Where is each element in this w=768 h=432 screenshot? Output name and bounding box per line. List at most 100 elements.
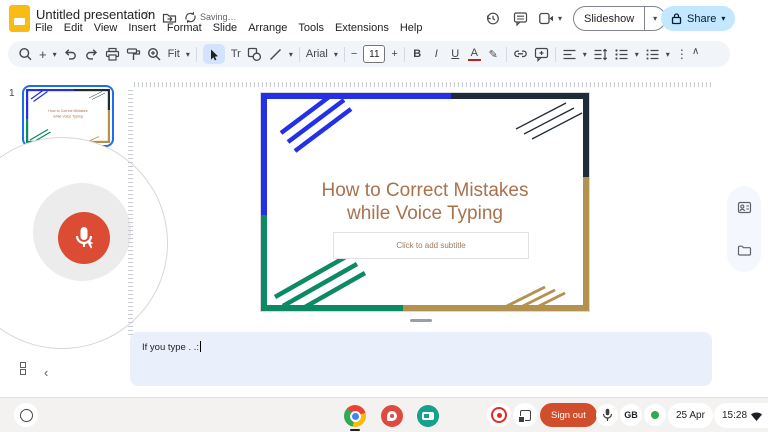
- notes-resize-handle[interactable]: [410, 319, 432, 322]
- grid-view-toggle-icon[interactable]: [20, 362, 26, 376]
- collapse-menus-icon[interactable]: ∧: [692, 46, 699, 57]
- status-tray[interactable]: 15:28: [714, 403, 768, 428]
- share-button[interactable]: Share ▾: [661, 6, 735, 31]
- insert-link-icon[interactable]: [513, 47, 528, 62]
- menu-extensions[interactable]: Extensions: [335, 22, 389, 34]
- slide-subtitle-placeholder[interactable]: Click to add subtitle: [333, 232, 529, 259]
- shape-tool-icon[interactable]: [247, 47, 262, 62]
- italic-button[interactable]: I: [430, 48, 443, 60]
- zoom-fit-select[interactable]: Fit: [168, 48, 180, 60]
- slideshow-button[interactable]: Slideshow ▾: [573, 6, 666, 31]
- bulleted-list-caret-icon[interactable]: ▾: [635, 50, 639, 59]
- share-caret-icon[interactable]: ▾: [721, 14, 725, 23]
- canvas-app-icon[interactable]: [381, 405, 403, 427]
- toolbar-separator: [344, 47, 345, 62]
- font-family-caret-icon[interactable]: ▾: [334, 50, 338, 59]
- slideshow-label[interactable]: Slideshow: [574, 13, 644, 25]
- toolbar: + ▾ Fit ▾ Tr ▾ Arial ▾ − 11 + B I U A ✎: [8, 41, 730, 67]
- svg-text:while Voice Typing: while Voice Typing: [53, 115, 83, 119]
- side-panel: [727, 186, 761, 272]
- cursor-arrow-icon: [207, 48, 220, 61]
- folder-icon[interactable]: [737, 243, 752, 258]
- new-slide-button[interactable]: +: [39, 47, 47, 62]
- comment-history-icon[interactable]: [513, 11, 528, 26]
- toolbar-separator: [506, 47, 507, 62]
- select-tool[interactable]: [203, 44, 225, 64]
- chrome-app-icon[interactable]: [344, 405, 366, 427]
- redo-icon[interactable]: [84, 47, 99, 62]
- menu-view[interactable]: View: [94, 22, 118, 34]
- new-slide-caret-icon[interactable]: ▾: [53, 50, 57, 59]
- share-label[interactable]: Share: [687, 13, 716, 25]
- toolbar-separator: [299, 47, 300, 62]
- mic-status-icon: [602, 408, 613, 422]
- search-icon[interactable]: [18, 47, 33, 62]
- menu-help[interactable]: Help: [400, 22, 423, 34]
- align-icon[interactable]: [562, 47, 577, 62]
- screen-record-indicator[interactable]: [487, 403, 511, 427]
- menu-format[interactable]: Format: [167, 22, 202, 34]
- menu-tools[interactable]: Tools: [298, 22, 324, 34]
- clock: 15:28: [722, 410, 747, 421]
- line-tool-caret-icon[interactable]: ▾: [289, 50, 293, 59]
- window-stack-icon: [520, 410, 531, 421]
- undo-icon[interactable]: [63, 47, 78, 62]
- font-size-decrease-button[interactable]: −: [351, 48, 357, 60]
- star-icon[interactable]: ☆: [142, 8, 153, 22]
- font-family-select[interactable]: Arial: [306, 48, 328, 60]
- slide-thumbnail-preview: How to Correct Mistakes while Voice Typi…: [26, 89, 110, 143]
- speaker-notes-input[interactable]: If you type . .:: [130, 332, 712, 386]
- zoom-fit-caret-icon[interactable]: ▾: [186, 50, 190, 59]
- slide-title-textbox[interactable]: How to Correct Mistakes while Voice Typi…: [261, 179, 589, 225]
- textbox-tool[interactable]: Tr: [231, 48, 241, 60]
- more-options-icon[interactable]: ⋮: [676, 47, 688, 61]
- sign-out-button[interactable]: Sign out: [540, 403, 597, 427]
- line-spacing-icon[interactable]: [593, 47, 608, 62]
- slide-canvas[interactable]: How to Correct Mistakes while Voice Typi…: [260, 92, 590, 312]
- svg-text:How to Correct Mistakes: How to Correct Mistakes: [48, 109, 87, 113]
- menu-arrange[interactable]: Arrange: [248, 22, 287, 34]
- menu-insert[interactable]: Insert: [128, 22, 156, 34]
- highlight-pen-icon[interactable]: ✎: [487, 48, 500, 61]
- menu-slide[interactable]: Slide: [213, 22, 237, 34]
- text-cursor: [200, 341, 201, 352]
- zoom-in-icon[interactable]: [147, 47, 162, 62]
- camera-caret-icon[interactable]: ▾: [558, 14, 562, 23]
- camera-mic-usage-indicator[interactable]: [644, 404, 666, 426]
- contacts-icon[interactable]: [737, 200, 752, 215]
- paint-format-icon[interactable]: [126, 47, 141, 62]
- screen-capture-button[interactable]: [513, 403, 537, 427]
- text-color-button[interactable]: A: [468, 48, 481, 61]
- font-size-input[interactable]: 11: [363, 45, 385, 63]
- align-caret-icon[interactable]: ▾: [583, 50, 587, 59]
- menu-file[interactable]: File: [35, 22, 53, 34]
- underline-button[interactable]: U: [449, 48, 462, 60]
- mic-status-button[interactable]: [596, 404, 618, 426]
- print-icon[interactable]: [105, 47, 120, 62]
- font-size-increase-button[interactable]: +: [391, 48, 397, 60]
- launcher-button[interactable]: [14, 403, 38, 427]
- toolbar-separator: [196, 47, 197, 62]
- date-tray[interactable]: 25 Apr: [668, 403, 713, 428]
- google-slides-screen: Untitled presentation ☆ Saving… File Edi…: [0, 0, 768, 432]
- version-history-icon[interactable]: [485, 11, 500, 26]
- meet-camera-button[interactable]: ▾: [539, 12, 562, 25]
- voice-typing-mic-button[interactable]: [58, 212, 110, 264]
- keyboard-layout-button[interactable]: GB: [620, 404, 642, 426]
- collapse-filmstrip-icon[interactable]: ‹: [44, 365, 48, 380]
- menu-edit[interactable]: Edit: [64, 22, 83, 34]
- green-dot-icon: [651, 411, 659, 419]
- slides-logo-icon[interactable]: [9, 5, 30, 32]
- bulleted-list-icon[interactable]: [614, 47, 629, 62]
- toolbar-separator: [404, 47, 405, 62]
- bold-button[interactable]: B: [411, 48, 424, 60]
- line-tool-icon[interactable]: [268, 47, 283, 62]
- numbered-list-icon[interactable]: [645, 47, 660, 62]
- saving-status: Saving…: [200, 12, 237, 22]
- lock-icon: [671, 12, 682, 25]
- screencast-app-icon[interactable]: [417, 405, 439, 427]
- chrome-running-indicator: [350, 429, 360, 431]
- document-title[interactable]: Untitled presentation: [36, 7, 155, 22]
- add-comment-icon[interactable]: [534, 47, 549, 62]
- numbered-list-caret-icon[interactable]: ▾: [666, 50, 670, 59]
